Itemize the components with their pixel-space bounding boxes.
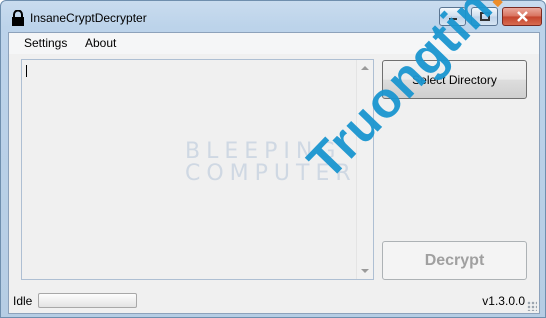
- text-caret: [26, 65, 27, 77]
- progress-bar: [38, 293, 137, 308]
- version-label: v1.3.0.0: [482, 294, 525, 308]
- menu-about[interactable]: About: [85, 36, 116, 50]
- status-text: Idle: [13, 294, 33, 308]
- close-icon: [516, 11, 528, 22]
- window-title: InsaneCryptDecrypter: [30, 11, 147, 25]
- resize-grip-icon[interactable]: [527, 301, 537, 311]
- status-bar: Idle v1.3.0.0: [9, 289, 539, 313]
- scroll-down-icon[interactable]: [361, 269, 369, 273]
- lock-icon: [12, 10, 24, 26]
- client-area: Settings About BLEEPING COMPUTER Select …: [8, 32, 540, 314]
- scroll-up-icon[interactable]: [361, 66, 369, 70]
- decrypt-button[interactable]: Decrypt: [382, 241, 527, 280]
- menu-settings[interactable]: Settings: [24, 36, 67, 50]
